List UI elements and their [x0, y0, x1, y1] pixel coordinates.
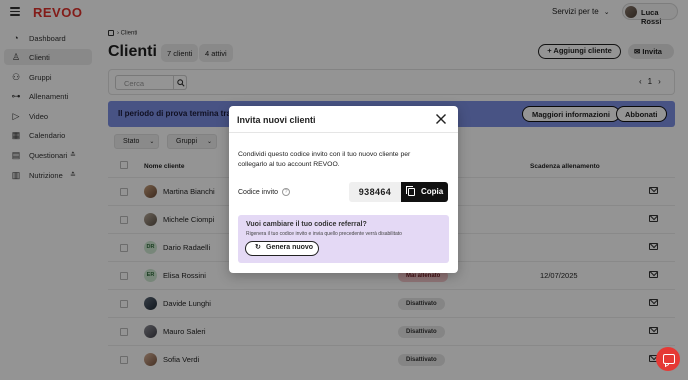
- referral-box: Vuoi cambiare il tuo codice referral? Ri…: [238, 215, 449, 263]
- copy-icon: [406, 186, 415, 196]
- invite-code-label: Codice invito?: [238, 188, 291, 196]
- help-icon[interactable]: ?: [282, 188, 291, 196]
- invite-code: 938464: [349, 182, 401, 202]
- chat-button[interactable]: [656, 347, 680, 371]
- invite-code-label-text: Codice invito: [238, 188, 279, 196]
- referral-title: Vuoi cambiare il tuo codice referral?: [246, 221, 367, 228]
- close-icon[interactable]: [435, 113, 447, 125]
- invite-modal: Invita nuovi clienti Condividi questo co…: [229, 106, 458, 273]
- copy-label: Copia: [421, 187, 444, 196]
- referral-subtitle: Rigenera il tuo codice invito e invia qu…: [246, 231, 402, 237]
- modal-title: Invita nuovi clienti: [237, 115, 316, 125]
- refresh-icon: ↻: [255, 244, 261, 251]
- copy-button[interactable]: Copia: [401, 182, 448, 202]
- generate-new-button[interactable]: ↻ Genera nuovo: [245, 241, 319, 256]
- generate-new-label: Genera nuovo: [266, 244, 314, 251]
- modal-description: Condividi questo codice invito con il tu…: [238, 151, 411, 168]
- modal-header: Invita nuovi clienti: [229, 106, 458, 133]
